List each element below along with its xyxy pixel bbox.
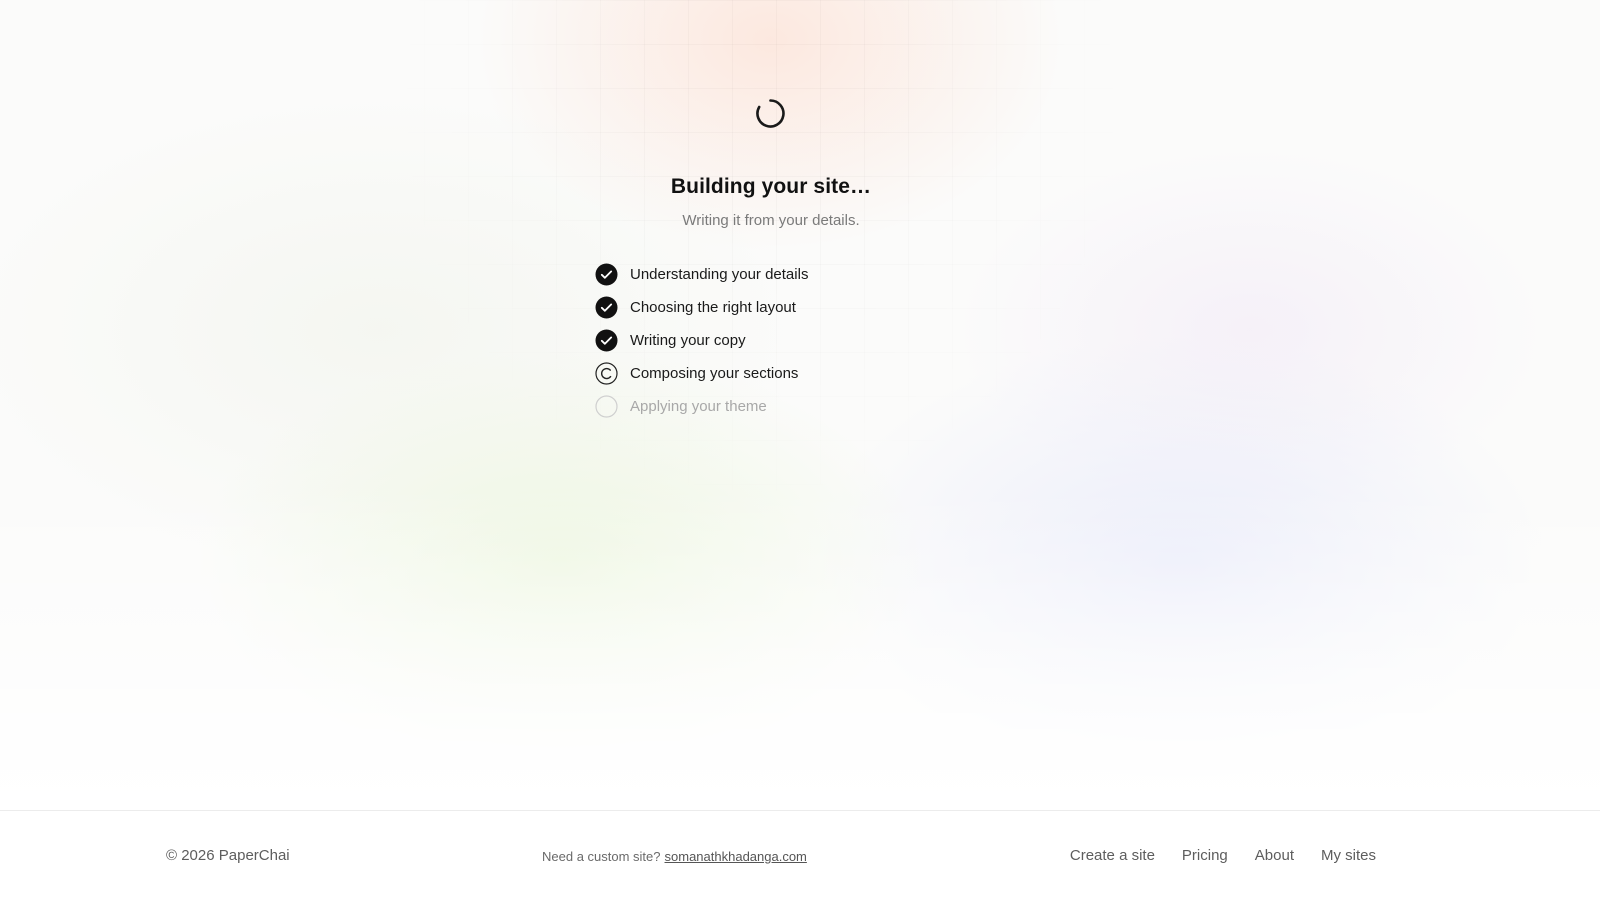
progress-steps-list: Understanding your details Choosing the …: [595, 258, 808, 423]
footer-nav: Create a site Pricing About My sites: [1070, 847, 1376, 864]
footer-copyright: © 2026 PaperChai: [166, 847, 290, 864]
custom-site-note: Need a custom site? somanathkhadanga.com: [542, 849, 807, 864]
custom-site-link[interactable]: somanathkhadanga.com: [665, 849, 807, 864]
step-label: Composing your sections: [630, 365, 799, 382]
footer-link-pricing[interactable]: Pricing: [1182, 847, 1228, 864]
site-footer: © 2026 PaperChai Need a custom site? soma…: [0, 810, 1600, 903]
footer-link-create-site[interactable]: Create a site: [1070, 847, 1155, 864]
step-label: Applying your theme: [630, 398, 767, 415]
empty-circle-icon: [595, 395, 618, 418]
page-subtitle: Writing it from your details.: [682, 212, 860, 229]
step-label: Understanding your details: [630, 266, 809, 283]
footer-link-about[interactable]: About: [1255, 847, 1294, 864]
progress-circle-icon: [595, 362, 618, 385]
progress-step: Understanding your details: [595, 258, 808, 291]
progress-step: Applying your theme: [595, 390, 808, 423]
progress-step: Composing your sections: [595, 357, 808, 390]
progress-step: Choosing the right layout: [595, 291, 808, 324]
progress-step: Writing your copy: [595, 324, 808, 357]
custom-site-text: Need a custom site?: [542, 849, 661, 864]
step-label: Choosing the right layout: [630, 299, 796, 316]
step-label: Writing your copy: [630, 332, 746, 349]
check-circle-icon: [595, 296, 618, 319]
build-progress-panel: Building your site… Writing it from your…: [0, 0, 1600, 810]
check-circle-icon: [595, 263, 618, 286]
loading-spinner-icon: [755, 98, 786, 129]
check-circle-icon: [595, 329, 618, 352]
footer-link-my-sites[interactable]: My sites: [1321, 847, 1376, 864]
page-title: Building your site…: [670, 175, 872, 198]
